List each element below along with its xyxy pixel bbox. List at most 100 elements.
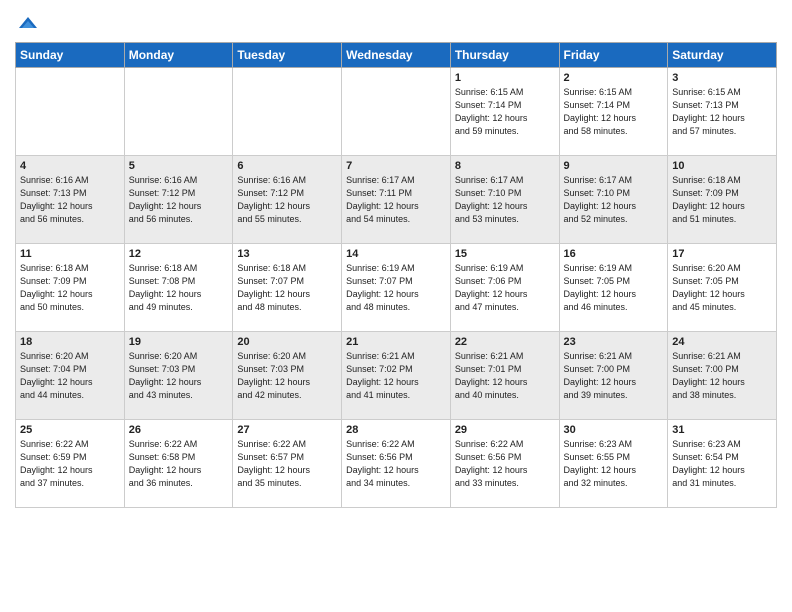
day-number: 14	[346, 248, 446, 260]
day-number: 30	[564, 424, 664, 436]
day-number: 21	[346, 336, 446, 348]
day-info: Sunrise: 6:22 AM Sunset: 6:56 PM Dayligh…	[346, 438, 446, 490]
day-info: Sunrise: 6:20 AM Sunset: 7:05 PM Dayligh…	[672, 262, 772, 314]
calendar-cell: 24Sunrise: 6:21 AM Sunset: 7:00 PM Dayli…	[668, 332, 777, 420]
weekday-header-row: SundayMondayTuesdayWednesdayThursdayFrid…	[16, 43, 777, 68]
day-info: Sunrise: 6:19 AM Sunset: 7:07 PM Dayligh…	[346, 262, 446, 314]
day-number: 26	[129, 424, 229, 436]
calendar-cell: 14 Sunrise: 6:19 AM Sunset: 7:07 PM Dayli…	[342, 244, 451, 332]
logo-icon	[17, 14, 39, 36]
calendar-week-2: 4Sunrise: 6:16 AM Sunset: 7:13 PM Daylig…	[16, 156, 777, 244]
calendar-cell: 11 Sunrise: 6:18 AM Sunset: 7:09 PM Dayli…	[16, 244, 125, 332]
day-number: 12	[129, 248, 229, 260]
calendar-cell: 10Sunrise: 6:18 AM Sunset: 7:09 PM Dayli…	[668, 156, 777, 244]
day-number: 31	[672, 424, 772, 436]
day-info: Sunrise: 6:17 AM Sunset: 7:11 PM Dayligh…	[346, 174, 446, 226]
calendar-cell: 31 Sunrise: 6:23 AM Sunset: 6:54 PM Dayli…	[668, 420, 777, 508]
day-info: Sunrise: 6:15 AM Sunset: 7:13 PM Dayligh…	[672, 86, 772, 138]
day-info: Sunrise: 6:22 AM Sunset: 6:58 PM Dayligh…	[129, 438, 229, 490]
day-info: Sunrise: 6:23 AM Sunset: 6:54 PM Dayligh…	[672, 438, 772, 490]
day-number: 24	[672, 336, 772, 348]
day-info: Sunrise: 6:16 AM Sunset: 7:12 PM Dayligh…	[129, 174, 229, 226]
weekday-header-friday: Friday	[559, 43, 668, 68]
calendar-cell: 22Sunrise: 6:21 AM Sunset: 7:01 PM Dayli…	[450, 332, 559, 420]
calendar-cell: 9 Sunrise: 6:17 AM Sunset: 7:10 PM Daylig…	[559, 156, 668, 244]
calendar-cell: 13Sunrise: 6:18 AM Sunset: 7:07 PM Dayli…	[233, 244, 342, 332]
day-info: Sunrise: 6:22 AM Sunset: 6:57 PM Dayligh…	[237, 438, 337, 490]
day-number: 9	[564, 160, 664, 172]
day-number: 17	[672, 248, 772, 260]
logo	[15, 10, 39, 36]
day-info: Sunrise: 6:21 AM Sunset: 7:00 PM Dayligh…	[564, 350, 664, 402]
day-info: Sunrise: 6:18 AM Sunset: 7:09 PM Dayligh…	[672, 174, 772, 226]
weekday-header-tuesday: Tuesday	[233, 43, 342, 68]
day-info: Sunrise: 6:18 AM Sunset: 7:08 PM Dayligh…	[129, 262, 229, 314]
day-number: 6	[237, 160, 337, 172]
calendar-cell: 4Sunrise: 6:16 AM Sunset: 7:13 PM Daylig…	[16, 156, 125, 244]
calendar-cell	[124, 68, 233, 156]
day-number: 25	[20, 424, 120, 436]
day-number: 7	[346, 160, 446, 172]
calendar-cell: 15Sunrise: 6:19 AM Sunset: 7:06 PM Dayli…	[450, 244, 559, 332]
calendar-cell: 30 Sunrise: 6:23 AM Sunset: 6:55 PM Dayli…	[559, 420, 668, 508]
calendar-cell: 23 Sunrise: 6:21 AM Sunset: 7:00 PM Dayli…	[559, 332, 668, 420]
day-number: 20	[237, 336, 337, 348]
day-number: 18	[20, 336, 120, 348]
day-info: Sunrise: 6:22 AM Sunset: 6:59 PM Dayligh…	[20, 438, 120, 490]
calendar-cell: 27 Sunrise: 6:22 AM Sunset: 6:57 PM Dayli…	[233, 420, 342, 508]
calendar-cell: 3 Sunrise: 6:15 AM Sunset: 7:13 PM Daylig…	[668, 68, 777, 156]
day-info: Sunrise: 6:17 AM Sunset: 7:10 PM Dayligh…	[455, 174, 555, 226]
day-info: Sunrise: 6:20 AM Sunset: 7:03 PM Dayligh…	[129, 350, 229, 402]
day-number: 23	[564, 336, 664, 348]
day-number: 5	[129, 160, 229, 172]
day-info: Sunrise: 6:21 AM Sunset: 7:02 PM Dayligh…	[346, 350, 446, 402]
weekday-header-wednesday: Wednesday	[342, 43, 451, 68]
calendar-cell: 20 Sunrise: 6:20 AM Sunset: 7:03 PM Dayli…	[233, 332, 342, 420]
calendar-cell: 18 Sunrise: 6:20 AM Sunset: 7:04 PM Dayli…	[16, 332, 125, 420]
calendar-week-1: 1 Sunrise: 6:15 AM Sunset: 7:14 PM Daylig…	[16, 68, 777, 156]
weekday-header-thursday: Thursday	[450, 43, 559, 68]
calendar-cell	[233, 68, 342, 156]
day-info: Sunrise: 6:21 AM Sunset: 7:01 PM Dayligh…	[455, 350, 555, 402]
calendar-cell: 29 Sunrise: 6:22 AM Sunset: 6:56 PM Dayli…	[450, 420, 559, 508]
calendar-table: SundayMondayTuesdayWednesdayThursdayFrid…	[15, 42, 777, 508]
day-number: 11	[20, 248, 120, 260]
calendar-cell: 12 Sunrise: 6:18 AM Sunset: 7:08 PM Dayli…	[124, 244, 233, 332]
day-number: 1	[455, 72, 555, 84]
calendar-cell: 6 Sunrise: 6:16 AM Sunset: 7:12 PM Daylig…	[233, 156, 342, 244]
day-info: Sunrise: 6:20 AM Sunset: 7:03 PM Dayligh…	[237, 350, 337, 402]
day-info: Sunrise: 6:15 AM Sunset: 7:14 PM Dayligh…	[455, 86, 555, 138]
day-info: Sunrise: 6:18 AM Sunset: 7:09 PM Dayligh…	[20, 262, 120, 314]
day-info: Sunrise: 6:16 AM Sunset: 7:12 PM Dayligh…	[237, 174, 337, 226]
day-number: 16	[564, 248, 664, 260]
day-info: Sunrise: 6:17 AM Sunset: 7:10 PM Dayligh…	[564, 174, 664, 226]
day-number: 2	[564, 72, 664, 84]
calendar-cell: 7 Sunrise: 6:17 AM Sunset: 7:11 PM Daylig…	[342, 156, 451, 244]
calendar-cell: 5 Sunrise: 6:16 AM Sunset: 7:12 PM Daylig…	[124, 156, 233, 244]
day-number: 28	[346, 424, 446, 436]
calendar-cell: 21 Sunrise: 6:21 AM Sunset: 7:02 PM Dayli…	[342, 332, 451, 420]
day-info: Sunrise: 6:23 AM Sunset: 6:55 PM Dayligh…	[564, 438, 664, 490]
weekday-header-monday: Monday	[124, 43, 233, 68]
day-number: 4	[20, 160, 120, 172]
day-info: Sunrise: 6:18 AM Sunset: 7:07 PM Dayligh…	[237, 262, 337, 314]
calendar-cell: 8 Sunrise: 6:17 AM Sunset: 7:10 PM Daylig…	[450, 156, 559, 244]
calendar-cell: 26 Sunrise: 6:22 AM Sunset: 6:58 PM Dayli…	[124, 420, 233, 508]
calendar-cell: 16Sunrise: 6:19 AM Sunset: 7:05 PM Dayli…	[559, 244, 668, 332]
calendar-cell	[16, 68, 125, 156]
day-number: 29	[455, 424, 555, 436]
calendar-cell: 28 Sunrise: 6:22 AM Sunset: 6:56 PM Dayli…	[342, 420, 451, 508]
calendar-cell: 25 Sunrise: 6:22 AM Sunset: 6:59 PM Dayli…	[16, 420, 125, 508]
weekday-header-sunday: Sunday	[16, 43, 125, 68]
day-info: Sunrise: 6:15 AM Sunset: 7:14 PM Dayligh…	[564, 86, 664, 138]
calendar-cell: 19Sunrise: 6:20 AM Sunset: 7:03 PM Dayli…	[124, 332, 233, 420]
day-number: 15	[455, 248, 555, 260]
day-info: Sunrise: 6:20 AM Sunset: 7:04 PM Dayligh…	[20, 350, 120, 402]
calendar-cell: 1 Sunrise: 6:15 AM Sunset: 7:14 PM Daylig…	[450, 68, 559, 156]
day-number: 27	[237, 424, 337, 436]
calendar-week-3: 11 Sunrise: 6:18 AM Sunset: 7:09 PM Dayli…	[16, 244, 777, 332]
calendar-week-4: 18 Sunrise: 6:20 AM Sunset: 7:04 PM Dayli…	[16, 332, 777, 420]
day-number: 3	[672, 72, 772, 84]
day-number: 8	[455, 160, 555, 172]
day-info: Sunrise: 6:22 AM Sunset: 6:56 PM Dayligh…	[455, 438, 555, 490]
